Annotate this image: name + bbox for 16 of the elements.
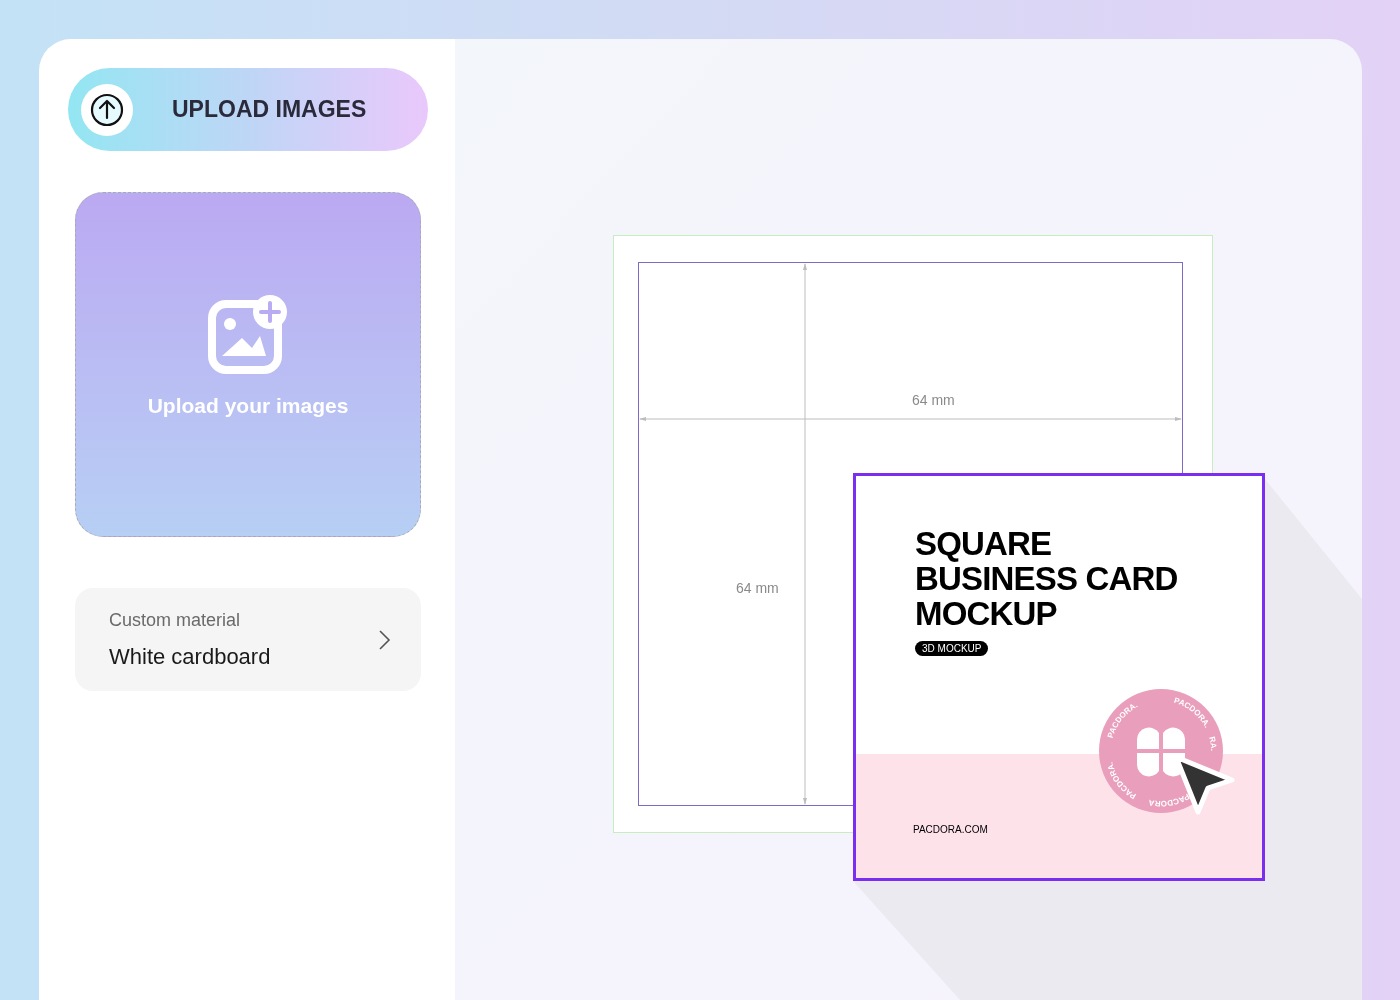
card-title-line: MOCKUP — [915, 596, 1058, 631]
material-selector[interactable]: Custom material White cardboard — [75, 588, 421, 691]
material-label: Custom material — [109, 608, 242, 632]
height-label: 64 mm — [736, 579, 779, 598]
card-title-line: SQUARE — [915, 526, 1053, 561]
mockup-tag: 3D MOCKUP — [915, 641, 989, 656]
material-value: White cardboard — [109, 642, 271, 671]
chevron-right-icon — [377, 628, 391, 651]
upload-images-button[interactable]: UPLOAD IMAGES — [68, 68, 428, 151]
drop-zone-label: Upload your images — [147, 392, 349, 419]
width-label: 64 mm — [912, 391, 955, 410]
sticker-text: PACDORA — [1147, 791, 1191, 809]
upload-icon — [81, 83, 133, 136]
card-title-line: BUSINESS CARD — [915, 561, 1178, 596]
website-text: PACDORA.COM — [913, 823, 988, 837]
add-image-icon — [208, 293, 288, 374]
